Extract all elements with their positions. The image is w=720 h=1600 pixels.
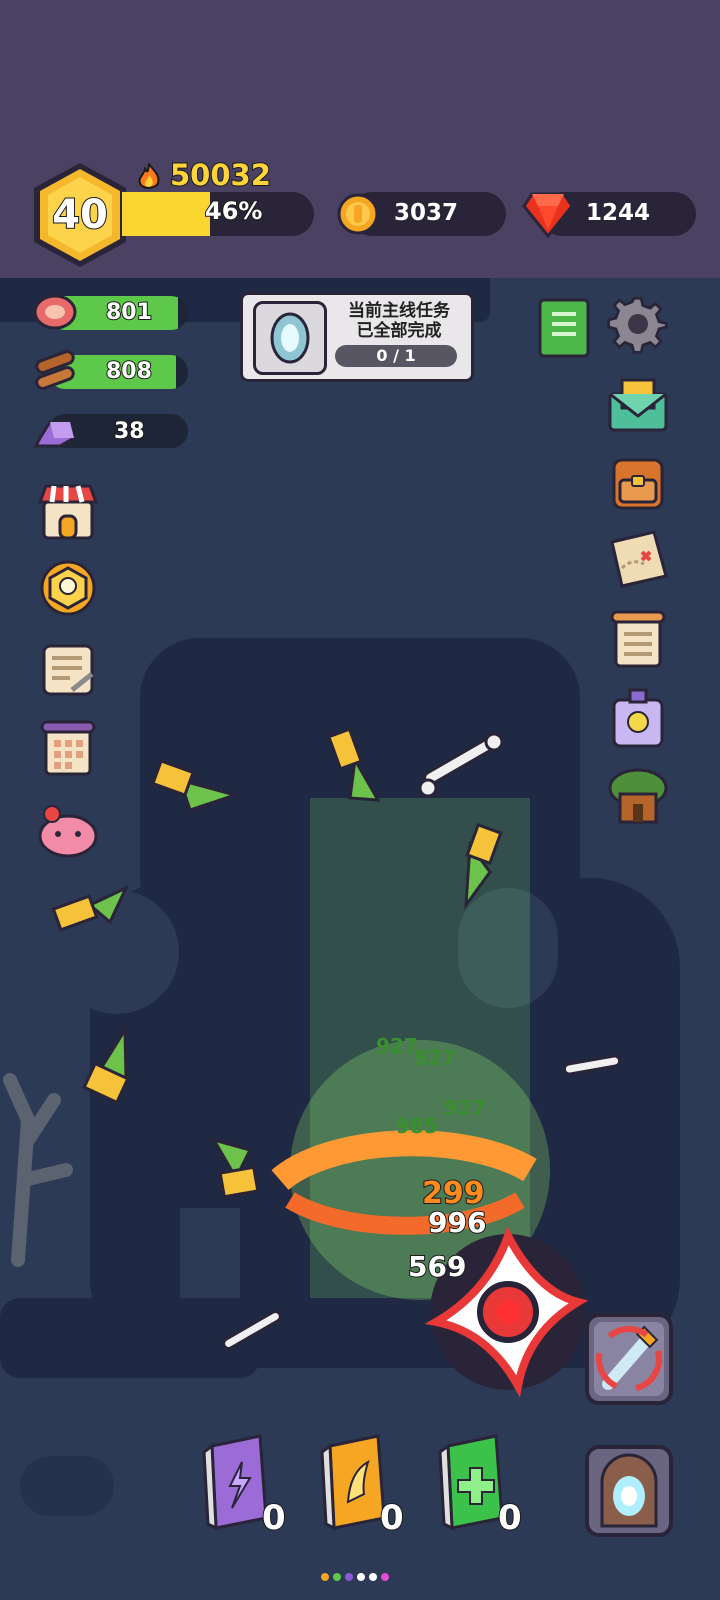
green-dagger-5 (82, 1024, 130, 1105)
green-dagger-3 (51, 884, 130, 932)
damage-number: 996 (427, 1205, 487, 1240)
combat-power: 50032 (169, 157, 272, 193)
wood-icon (35, 350, 75, 390)
wing-book-count: 0 (379, 1497, 405, 1539)
green-dagger-2 (326, 727, 381, 802)
lightning-book-count: 0 (261, 1497, 287, 1539)
green-dagger-1 (150, 758, 241, 812)
quest-progress-count: 0 / 1 (376, 346, 416, 365)
meat-icon (33, 294, 77, 330)
notice-scroll-icon[interactable] (606, 608, 670, 672)
backpack-icon[interactable] (606, 450, 670, 514)
heal-book-count: 0 (497, 1497, 523, 1539)
bone-3 (222, 1310, 282, 1350)
bone-2 (562, 1054, 622, 1076)
crystal-amount: 38 (113, 418, 146, 445)
xp-bar-fill (122, 192, 211, 236)
fire-icon (138, 163, 160, 189)
guild-badge-icon[interactable] (36, 556, 100, 620)
portal-button[interactable] (584, 1444, 674, 1538)
heal-number: 927 (376, 1034, 418, 1058)
shop-icon[interactable] (36, 480, 100, 544)
quest-title: 当前主线任务 已全部完成 (331, 301, 467, 341)
green-dagger-6 (210, 1137, 260, 1199)
weapon-swap-button[interactable] (584, 1312, 674, 1406)
player-level: 40 (51, 191, 109, 239)
dead-tree (3, 1073, 73, 1267)
red-gem-icon (522, 192, 574, 238)
settings-gear-icon[interactable] (606, 292, 670, 356)
meat-amount: 801 (105, 299, 153, 326)
gold-coin-icon (337, 193, 379, 235)
xp-percent: 46% (204, 196, 263, 226)
damage-number: 569 (407, 1249, 467, 1284)
green-book-icon[interactable] (532, 296, 596, 360)
gem-amount: 1244 (586, 200, 651, 226)
portal-quest-icon (253, 301, 327, 375)
green-dagger-4 (464, 822, 503, 911)
quest-title-line1: 当前主线任务 (348, 301, 450, 321)
purple-ingot-icon (33, 420, 76, 448)
scroll-quest-icon[interactable] (36, 638, 100, 702)
main-quest-panel[interactable]: 当前主线任务 已全部完成 0 / 1 (240, 292, 474, 382)
heal-number: 985 (396, 1114, 438, 1138)
mail-envelope-icon[interactable] (606, 372, 670, 436)
heal-number: 927 (414, 1046, 456, 1070)
bone-1 (418, 732, 504, 798)
treasure-map-icon[interactable] (606, 528, 670, 592)
wood-amount: 808 (105, 358, 153, 385)
battle-effects (3, 727, 622, 1398)
heal-number: 927 (444, 1096, 486, 1120)
quest-title-line2: 已全部完成 (356, 321, 442, 341)
gold-amount: 3037 (394, 200, 459, 226)
page-indicator-dots (321, 1573, 389, 1581)
